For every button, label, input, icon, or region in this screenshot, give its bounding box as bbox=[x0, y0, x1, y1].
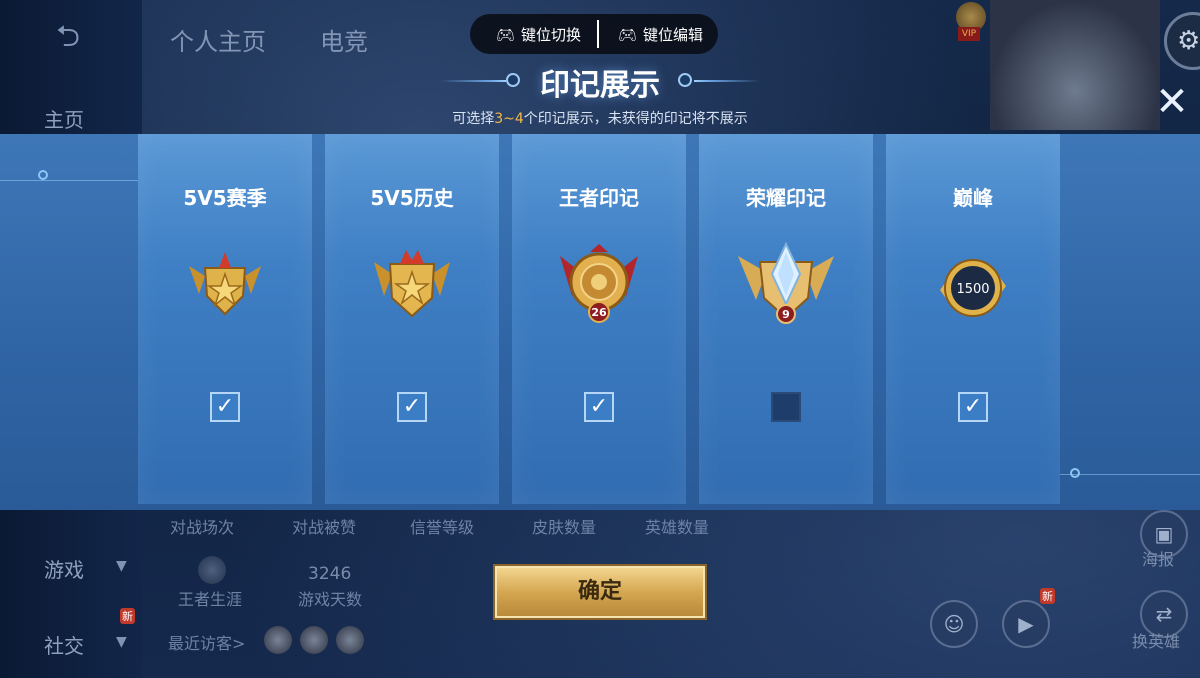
emblem-checkbox[interactable]: ✓ bbox=[210, 392, 240, 422]
key-switch-button[interactable]: 🎮︎ 键位切换 bbox=[496, 24, 581, 45]
gamepad-icon: 🎮︎ bbox=[496, 25, 516, 44]
back-arrow-icon[interactable]: ⮌ bbox=[38, 22, 98, 52]
new-badge: 新 bbox=[120, 608, 135, 624]
panel-decoration-line bbox=[0, 180, 140, 181]
avatar[interactable] bbox=[300, 626, 328, 654]
title-decoration-line bbox=[440, 80, 506, 82]
chevron-down-icon: ▼ bbox=[116, 634, 127, 650]
key-mapping-toolbar: 🎮︎ 键位切换 🎮︎ 键位编辑 bbox=[470, 14, 718, 54]
vip-badge-icon: VIP bbox=[958, 27, 980, 41]
emblem-card-king[interactable]: 王者印记 26 ✓ bbox=[512, 134, 686, 504]
emblem-label: 巅峰 bbox=[953, 186, 993, 210]
hero-portrait-art bbox=[990, 0, 1160, 130]
emblem-card-glory[interactable]: 荣耀印记 9 bbox=[699, 134, 873, 504]
emblem-label: 5V5赛季 bbox=[183, 186, 267, 210]
sidebar-item-game[interactable]: 游戏 bbox=[44, 554, 84, 583]
peak-score: 1500 bbox=[956, 282, 989, 297]
title-ornament-icon bbox=[678, 73, 692, 87]
king-career-label: 王者生涯 bbox=[178, 590, 243, 609]
panel-decoration-line bbox=[1060, 474, 1200, 475]
recent-visitors-link[interactable]: 最近访客> bbox=[168, 630, 245, 654]
poster-label[interactable]: 海报 bbox=[1142, 546, 1174, 570]
king-career-icon bbox=[198, 556, 226, 584]
emblem-number: 26 bbox=[591, 306, 607, 319]
sidebar-item-home[interactable]: 主页 bbox=[44, 104, 84, 133]
emblem-checkbox[interactable] bbox=[771, 392, 801, 422]
king-emblem-icon: 26 bbox=[560, 244, 638, 323]
emblem-card-season[interactable]: 5V5赛季 ✓ bbox=[138, 134, 312, 504]
emblem-number: 9 bbox=[782, 308, 790, 321]
game-days-label: 游戏天数 bbox=[298, 590, 363, 609]
gamepad-icon: 🎮︎ bbox=[618, 25, 638, 44]
key-switch-label: 键位切换 bbox=[521, 26, 582, 44]
tab-profile[interactable]: 个人主页 bbox=[170, 22, 266, 57]
play-icon[interactable]: ▶ bbox=[1002, 600, 1050, 648]
key-edit-label: 键位编辑 bbox=[643, 26, 704, 44]
dialog-subtitle: 可选择3~4个印记展示，未获得的印记将不展示 bbox=[400, 108, 800, 128]
new-badge: 新 bbox=[1040, 588, 1055, 604]
gold-crown-shield-icon bbox=[189, 252, 261, 316]
toolbar-divider bbox=[597, 20, 599, 48]
stat-label-heroes: 英雄数量 bbox=[645, 518, 710, 537]
title-decoration-line bbox=[694, 80, 760, 82]
emblem-cards: 5V5赛季 ✓ 5V5历史 ✓ 王者印记 26 ✓ 荣耀印记 9 巅峰 1500… bbox=[138, 134, 1060, 504]
key-edit-button[interactable]: 🎮︎ 键位编辑 bbox=[618, 24, 703, 45]
gold-star-shield-icon bbox=[374, 250, 450, 318]
confirm-button[interactable]: 确定 bbox=[495, 566, 705, 618]
change-hero-label[interactable]: 换英雄 bbox=[1132, 628, 1180, 652]
emblem-label: 荣耀印记 bbox=[746, 186, 826, 210]
character-icon[interactable]: ☺ bbox=[930, 600, 978, 648]
stat-label-matches: 对战场次 bbox=[170, 518, 235, 537]
emblem-label: 5V5历史 bbox=[370, 186, 454, 210]
glory-crystal-emblem-icon: 9 bbox=[738, 241, 834, 324]
title-ornament-icon bbox=[506, 73, 520, 87]
emblem-checkbox[interactable]: ✓ bbox=[584, 392, 614, 422]
stat-label-skins: 皮肤数量 bbox=[532, 518, 597, 537]
avatar[interactable] bbox=[336, 626, 364, 654]
emblem-checkbox[interactable]: ✓ bbox=[958, 392, 988, 422]
peak-ring-icon: 1500 bbox=[940, 259, 1006, 317]
emblem-label: 王者印记 bbox=[559, 186, 639, 210]
subtitle-suffix: 个印记展示，未获得的印记将不展示 bbox=[523, 111, 748, 127]
stat-label-credit: 信誉等级 bbox=[410, 518, 475, 537]
emblem-card-history[interactable]: 5V5历史 ✓ bbox=[325, 134, 499, 504]
game-days-value: 3246 bbox=[308, 564, 352, 584]
subtitle-prefix: 可选择 bbox=[452, 111, 495, 127]
panel-decoration-dot bbox=[38, 170, 48, 180]
tab-esports[interactable]: 电竞 bbox=[320, 22, 368, 57]
sidebar-item-social[interactable]: 社交 bbox=[44, 630, 84, 659]
panel-decoration-dot bbox=[1070, 468, 1080, 478]
avatar[interactable] bbox=[264, 626, 292, 654]
chevron-down-icon: ▼ bbox=[116, 558, 127, 574]
emblem-checkbox[interactable]: ✓ bbox=[397, 392, 427, 422]
subtitle-highlight: 3~4 bbox=[494, 111, 524, 127]
close-icon[interactable]: ✕ bbox=[1150, 80, 1194, 124]
stat-label-likes: 对战被赞 bbox=[292, 518, 357, 537]
emblem-card-peak[interactable]: 巅峰 1500 ✓ bbox=[886, 134, 1060, 504]
dialog-title: 印记展示 bbox=[540, 68, 660, 103]
